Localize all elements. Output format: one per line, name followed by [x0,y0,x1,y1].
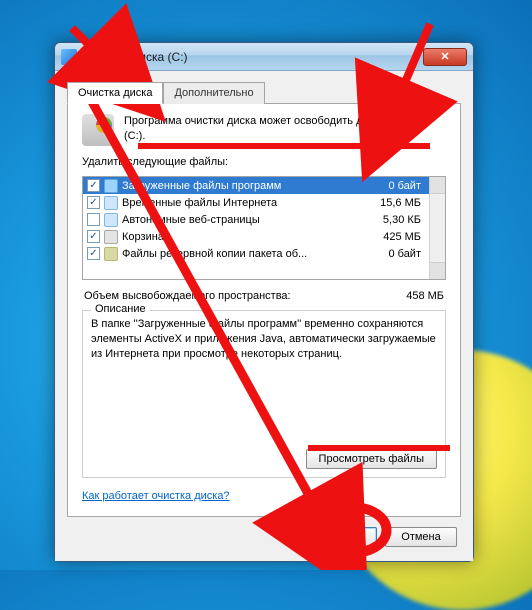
cancel-button[interactable]: Отмена [385,527,457,547]
description-group: Описание В папке ''Загруженные файлы про… [82,310,446,478]
tab-more-options[interactable]: Дополнительно [163,82,264,104]
disk-cleanup-window: Очистка диска (C:) ✕ Очистка диска Допол… [54,42,474,562]
summary-row: Программа очистки диска может освободить… [82,114,446,146]
summary-suffix: на [410,115,425,127]
file-checkbox[interactable] [87,247,100,260]
description-legend: Описание [91,303,150,315]
file-type-icon [104,179,118,193]
file-name: Корзина [122,231,357,243]
file-row[interactable]: Автономные веб-страницы 5,30 КБ [83,211,429,228]
titlebar[interactable]: Очистка диска (C:) ✕ [55,43,473,71]
file-type-icon [104,213,118,227]
file-name: Временные файлы Интернета [122,197,357,209]
tab-panel-cleanup: Программа очистки диска может освободить… [67,103,461,517]
client-area: Очистка диска Дополнительно Программа оч… [55,71,473,561]
total-row: Объем высвобождаемого пространства: 458 … [82,288,446,302]
dialog-buttons: OK Отмена [67,517,461,551]
file-checkbox[interactable] [87,196,100,209]
view-files-button[interactable]: Просмотреть файлы [306,449,437,469]
file-row[interactable]: Временные файлы Интернета 15,6 МБ [83,194,429,211]
file-checkbox[interactable] [87,179,100,192]
summary-prefix: Программа очистки диска может освободить… [124,115,372,127]
file-list[interactable]: Загруженные файлы программ 0 байт Временны… [82,176,446,280]
file-size: 5,30 КБ [361,214,425,226]
files-to-delete-label: Удалить следующие файлы: [82,156,446,168]
file-checkbox[interactable] [87,230,100,243]
close-button[interactable]: ✕ [423,48,467,66]
tab-strip: Очистка диска Дополнительно [67,81,461,103]
file-size: 425 МБ [361,231,425,243]
file-name: Файлы резервной копии пакета об... [122,248,357,260]
tab-cleanup[interactable]: Очистка диска [67,82,163,104]
file-type-icon [104,196,118,210]
description-text: В папке ''Загруженные файлы программ'' в… [91,317,437,449]
file-name: Автономные веб-страницы [122,214,357,226]
scrollbar[interactable] [429,177,445,279]
file-row[interactable]: Корзина 425 МБ [83,228,429,245]
file-size: 0 байт [361,248,425,260]
file-row[interactable]: Загруженные файлы программ 0 байт [83,177,429,194]
file-type-icon [104,247,118,261]
disk-cleanup-icon [82,114,114,146]
total-value: 458 МБ [406,290,444,302]
app-icon [61,49,77,65]
summary-text: Программа очистки диска может освободить… [124,114,446,144]
help-link[interactable]: Как работает очистка диска? [82,490,446,502]
close-icon: ✕ [440,50,449,63]
file-name: Загруженные файлы программ [122,180,357,192]
file-type-icon [104,230,118,244]
file-checkbox[interactable] [87,213,100,226]
ok-button[interactable]: OK [305,527,377,547]
file-size: 0 байт [361,180,425,192]
file-row[interactable]: Файлы резервной копии пакета об... 0 байт [83,245,429,262]
window-title: Очистка диска (C:) [83,50,417,64]
summary-size: 464 МБ [372,115,410,127]
summary-drive: (C:) [124,130,142,142]
total-label: Объем высвобождаемого пространства: [84,290,291,302]
file-size: 15,6 МБ [361,197,425,209]
